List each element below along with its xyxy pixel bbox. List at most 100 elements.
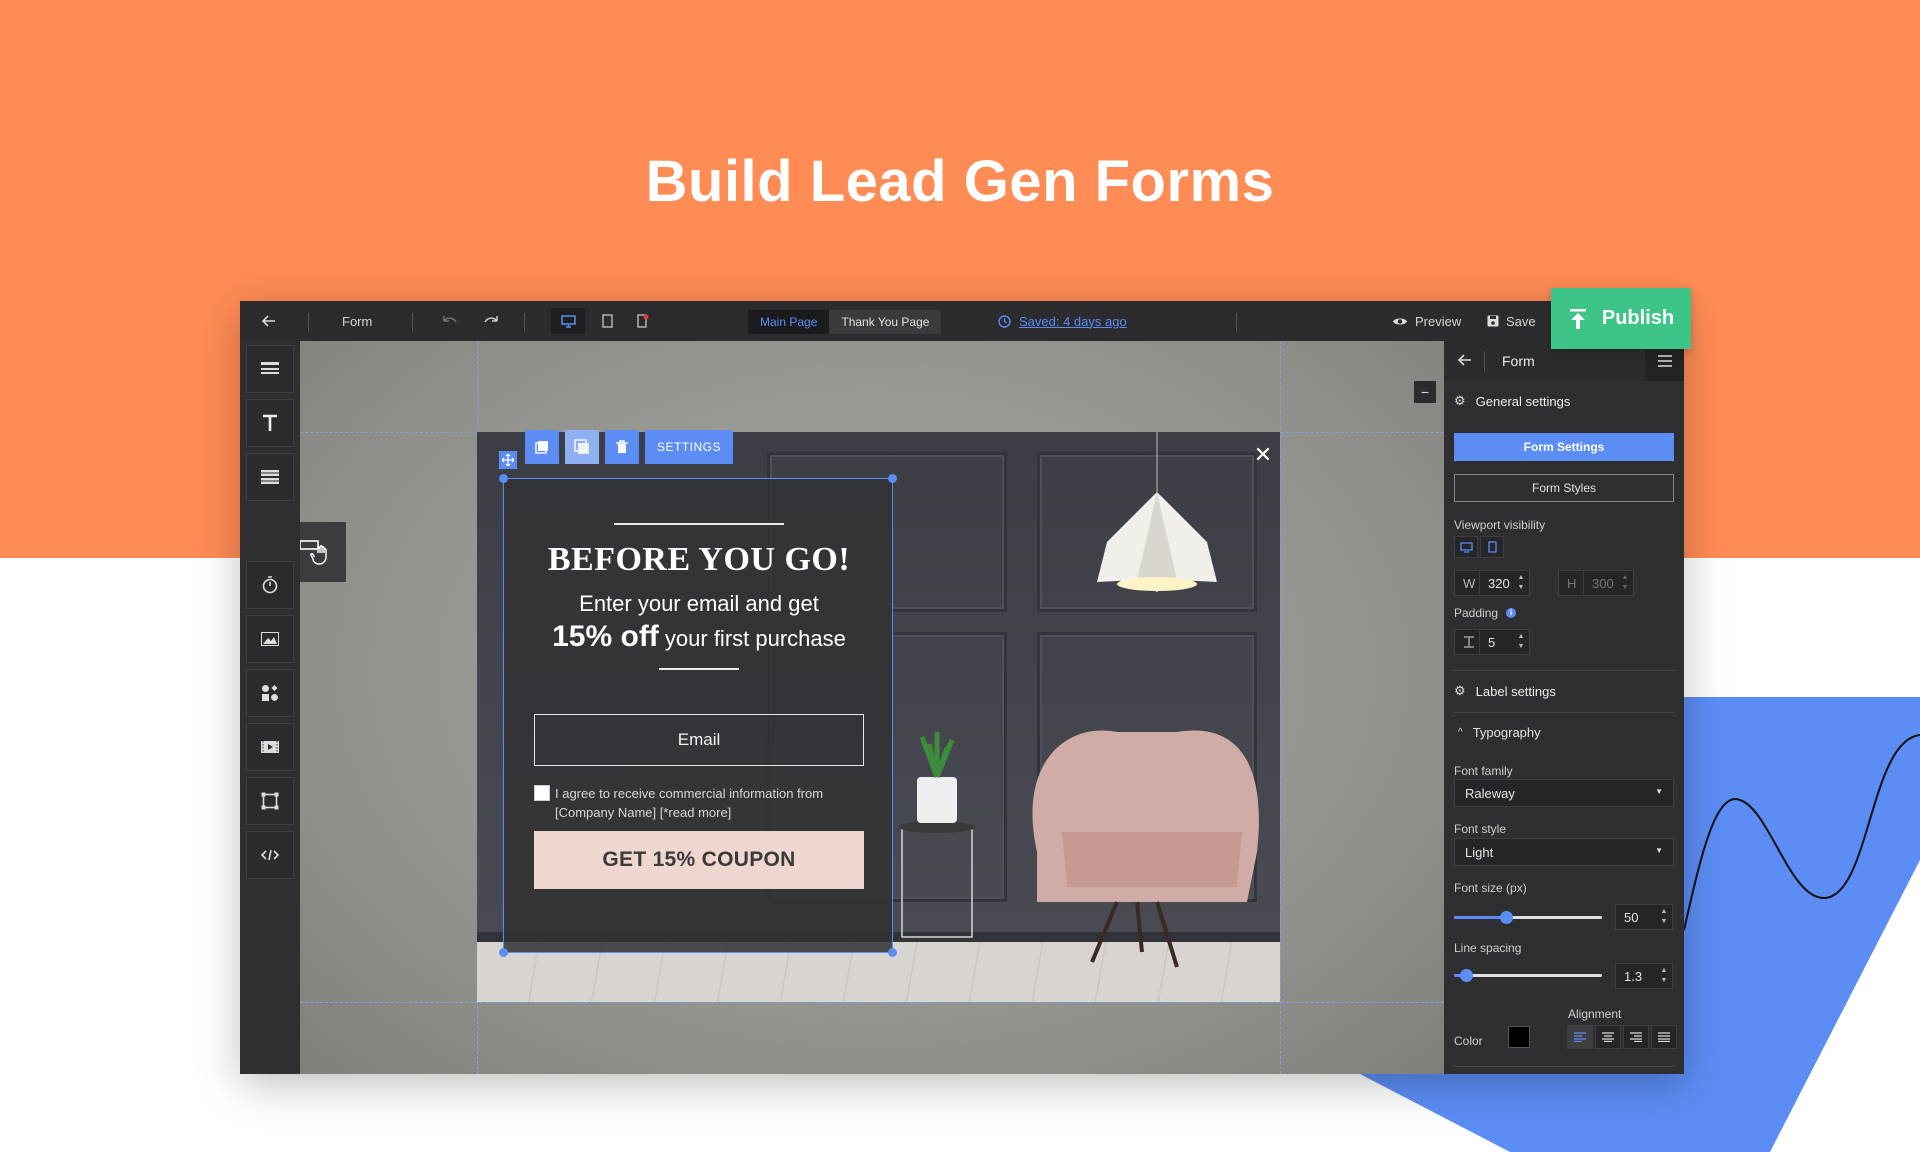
timer-icon <box>262 576 278 594</box>
divider <box>1454 1066 1674 1067</box>
close-icon: ✕ <box>1253 442 1273 467</box>
collapse-panel-button[interactable]: − <box>1414 381 1436 403</box>
sidebar-item-shapes[interactable] <box>246 669 294 717</box>
font-size-slider[interactable] <box>1454 911 1602 924</box>
info-icon[interactable]: i <box>1506 608 1517 618</box>
back-button[interactable] <box>262 301 276 341</box>
page-tabs: Main Page Thank You Page <box>748 310 942 334</box>
font-style-value: Light <box>1465 844 1494 860</box>
align-right-button[interactable] <box>1623 1025 1649 1049</box>
editor-topbar: Form Main Page Thank You Page Saved: 4 d… <box>240 301 1684 341</box>
drag-widget-cursor[interactable] <box>300 522 346 582</box>
width-input[interactable]: 320 ▲ ▼ <box>1479 570 1530 596</box>
font-size-stepper[interactable]: ▲ ▼ <box>1660 907 1668 927</box>
color-swatch[interactable] <box>1508 1026 1530 1048</box>
align-right-icon <box>1630 1032 1642 1042</box>
font-style-select[interactable]: Light ▼ <box>1454 838 1674 866</box>
consent-checkbox[interactable] <box>534 785 550 801</box>
layout-icon <box>261 362 279 374</box>
form-settings-button[interactable]: Form Settings <box>1454 433 1674 461</box>
font-size-label: Font size (px) <box>1454 881 1527 895</box>
line-spacing-slider[interactable] <box>1454 969 1602 982</box>
tablet-view-button[interactable] <box>592 301 622 341</box>
width-value: 320 <box>1488 575 1510 591</box>
sidebar-item-html[interactable] <box>246 831 294 879</box>
slider-thumb[interactable] <box>1499 911 1513 924</box>
divider <box>1454 712 1674 713</box>
document-name[interactable]: Form <box>342 301 372 341</box>
align-center-button[interactable] <box>1595 1025 1621 1049</box>
guide-line <box>300 1002 1444 1003</box>
sidebar-item-video[interactable] <box>246 723 294 771</box>
sidebar-item-layout[interactable] <box>246 345 294 393</box>
sidebar-item-timer[interactable] <box>246 561 294 609</box>
save-status[interactable]: Saved: 4 days ago <box>998 301 1127 341</box>
general-settings-header[interactable]: ⚙ General settings <box>1454 393 1570 409</box>
resize-handle[interactable] <box>888 948 897 957</box>
section-icon <box>261 470 279 484</box>
form-styles-button[interactable]: Form Styles <box>1454 474 1674 502</box>
tab-thank-you-page[interactable]: Thank You Page <box>829 310 942 334</box>
sidebar-item-text[interactable] <box>246 399 294 447</box>
redo-button[interactable] <box>483 301 499 341</box>
font-size-input[interactable]: 50 ▲ ▼ <box>1615 904 1673 930</box>
viewport-desktop-toggle[interactable] <box>1454 536 1478 558</box>
divider <box>308 313 309 331</box>
viewport-mobile-toggle[interactable] <box>1480 536 1504 558</box>
label-settings-label: Label settings <box>1475 683 1556 699</box>
height-value: 300 <box>1592 575 1614 591</box>
height-input[interactable]: 300 ▲ ▼ <box>1583 570 1634 596</box>
move-handle[interactable] <box>499 451 517 469</box>
saved-text[interactable]: Saved: 4 days ago <box>1019 314 1127 329</box>
padding-input[interactable]: 5 ▲ ▼ <box>1479 629 1530 655</box>
width-stepper[interactable]: ▲ ▼ <box>1517 573 1525 593</box>
preview-button[interactable]: Preview <box>1392 301 1461 341</box>
general-settings-label: General settings <box>1475 393 1571 409</box>
duplicate-icon <box>535 441 548 454</box>
publish-button[interactable]: Publish <box>1551 288 1691 349</box>
settings-button[interactable]: SETTINGS <box>645 430 734 464</box>
duplicate-button[interactable] <box>525 430 559 464</box>
resize-handle[interactable] <box>499 474 508 483</box>
resize-handle[interactable] <box>888 474 897 483</box>
arrange-button[interactable] <box>565 430 599 464</box>
popup-close-button[interactable]: ✕ <box>1252 442 1274 467</box>
label-settings-header[interactable]: ⚙ Label settings <box>1454 683 1556 699</box>
line-spacing-stepper[interactable]: ▲ ▼ <box>1660 966 1668 986</box>
mobile-view-button[interactable] <box>628 301 658 341</box>
desktop-view-button[interactable] <box>551 308 585 334</box>
slider-thumb[interactable] <box>1459 969 1473 982</box>
alignment-buttons <box>1567 1025 1677 1049</box>
align-justify-button[interactable] <box>1651 1025 1677 1049</box>
panel-back-button[interactable] <box>1457 354 1472 369</box>
undo-button[interactable] <box>442 301 458 341</box>
resize-handle[interactable] <box>499 948 508 957</box>
video-icon <box>261 741 279 753</box>
align-left-button[interactable] <box>1567 1025 1593 1049</box>
alignment-label: Alignment <box>1568 1007 1622 1021</box>
tab-main-page[interactable]: Main Page <box>748 310 830 334</box>
delete-button[interactable] <box>605 430 639 464</box>
save-button[interactable]: Save <box>1487 301 1536 341</box>
height-label: H <box>1558 570 1584 596</box>
sidebar-item-section[interactable] <box>246 453 294 501</box>
height-stepper[interactable]: ▲ ▼ <box>1621 573 1629 593</box>
line-spacing-input[interactable]: 1.3 ▲ ▼ <box>1615 963 1673 989</box>
lead-form[interactable]: BEFORE YOU GO! Enter your email and get … <box>499 474 897 957</box>
padding-stepper[interactable]: ▲ ▼ <box>1517 632 1525 652</box>
sidebar-item-image[interactable] <box>246 615 294 663</box>
chevron-up-icon: ^ <box>1458 727 1463 738</box>
sidebar-item-container[interactable] <box>246 777 294 825</box>
get-coupon-button[interactable]: GET 15% COUPON <box>534 831 864 889</box>
email-field[interactable] <box>534 714 864 766</box>
typography-toggle[interactable]: ^ Typography <box>1458 725 1541 740</box>
title-divider <box>614 523 784 525</box>
consent-text: I agree to receive commercial informatio… <box>555 786 824 820</box>
viewport-visibility-label: Viewport visibility <box>1454 518 1546 532</box>
code-icon <box>261 849 279 861</box>
preview-label: Preview <box>1415 313 1462 329</box>
font-family-select[interactable]: Raleway ▼ <box>1454 779 1674 807</box>
undo-icon <box>443 316 457 323</box>
editor-window: Form Main Page Thank You Page Saved: 4 d… <box>240 301 1684 1074</box>
gear-icon: ⚙ <box>1454 683 1466 698</box>
